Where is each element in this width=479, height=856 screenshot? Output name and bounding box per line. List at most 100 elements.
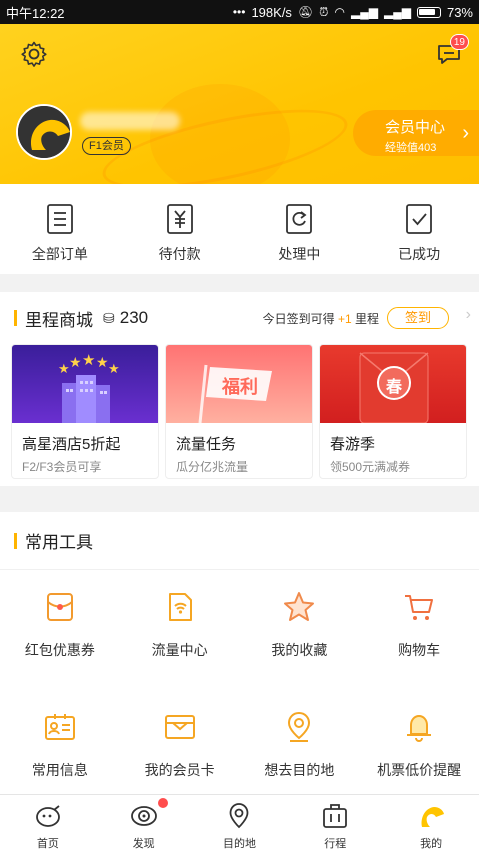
hotel-image: ★ ★ ★ ★ ★ <box>12 345 158 423</box>
order-success-label: 已成功 <box>398 246 441 262</box>
notification-dot <box>157 798 168 808</box>
tool-destination[interactable]: 想去目的地 <box>240 690 360 810</box>
mall-cards: ★ ★ ★ ★ ★ 高星酒店5折起 F2/F3会员可享 福利 流量任务 瓜分亿兆… <box>0 344 479 479</box>
member-card-icon <box>164 715 195 739</box>
coin-stack-icon: ⛁ <box>103 309 115 326</box>
order-processing-label: 处理中 <box>278 246 321 262</box>
tool-coupon[interactable]: 红包优惠券 <box>0 570 120 690</box>
map-pin-icon <box>288 711 311 742</box>
order-success[interactable]: 已成功 <box>359 184 479 274</box>
discover-icon <box>130 806 157 826</box>
status-time: 中午12:22 <box>6 5 65 21</box>
profile-icon <box>421 807 445 827</box>
tool-cart[interactable]: 购物车 <box>359 570 479 690</box>
tool-favorites[interactable]: 我的收藏 <box>240 570 360 690</box>
profile-header: 19 F1会员 会员中心 经验值403 › <box>0 24 479 184</box>
chevron-right-icon[interactable]: › <box>466 306 471 324</box>
bottom-tab-bar: 首页 发现 目的地 行程 我的 <box>0 794 479 856</box>
message-badge: 19 <box>449 34 469 50</box>
battery-icon <box>416 6 441 18</box>
common-tools: 常用工具 红包优惠券 流量中心 我的收藏 购物车 常用信息 我的会员卡 想去目的… <box>0 512 479 794</box>
tools-title: 常用工具 <box>25 533 93 552</box>
member-level-badge: F1会员 <box>82 137 131 155</box>
map-pin-icon <box>230 803 249 829</box>
checkin-hint-suffix: 里程 <box>354 312 379 326</box>
checkin-hint-prefix: 今日签到可得 <box>262 312 335 326</box>
mall-header: 里程商城 ⛁ 230 今日签到可得 +1 里程 签到 › <box>0 292 479 344</box>
network-speed: 198K/s <box>251 4 292 20</box>
spring-image-text: 春 <box>386 377 403 396</box>
tool-coupon-label: 红包优惠券 <box>24 642 95 658</box>
wifi-icon: ◠ <box>334 5 346 19</box>
tool-contact-info-label: 常用信息 <box>31 762 88 778</box>
flow-image-text: 福利 <box>222 377 258 398</box>
tab-profile[interactable]: 我的 <box>383 795 479 856</box>
tab-trip[interactable]: 行程 <box>287 795 383 856</box>
avatar-logo-icon <box>18 106 70 158</box>
signal-icon: ▂▄▆ <box>351 5 378 19</box>
checkin-button[interactable]: 签到 <box>387 307 449 329</box>
mileage-mall: 里程商城 ⛁ 230 今日签到可得 +1 里程 签到 › ★ ★ ★ ★ ★ 高… <box>0 292 479 486</box>
mall-card-flow-title: 流量任务 <box>176 436 237 453</box>
mall-card-hotel[interactable]: ★ ★ ★ ★ ★ 高星酒店5折起 F2/F3会员可享 <box>11 344 159 479</box>
tab-profile-label: 我的 <box>420 838 443 850</box>
avatar[interactable] <box>16 104 72 160</box>
order-processing[interactable]: 处理中 <box>240 184 360 274</box>
tool-data-center-label: 流量中心 <box>151 642 208 658</box>
vip-center-button[interactable]: 会员中心 经验值403 › <box>353 110 479 156</box>
mall-card-spring-title: 春游季 <box>330 436 376 453</box>
tab-trip-label: 行程 <box>324 838 347 850</box>
order-shortcuts: 全部订单 待付款 处理中 已成功 <box>0 184 479 274</box>
order-pending-payment[interactable]: 待付款 <box>120 184 240 274</box>
tool-price-alert[interactable]: 机票低价提醒 <box>359 690 479 810</box>
mall-card-spring[interactable]: 春 春游季 领500元满减券 <box>319 344 467 479</box>
mall-points: 230 <box>119 308 149 327</box>
tab-discover-label: 发现 <box>132 838 155 850</box>
mall-title: 里程商城 <box>25 310 93 330</box>
more-dots-icon: ••• <box>232 5 246 19</box>
order-all[interactable]: 全部订单 <box>0 184 120 274</box>
tool-member-card[interactable]: 我的会员卡 <box>120 690 240 810</box>
all-orders-icon <box>46 204 73 234</box>
tab-discover[interactable]: 发现 <box>96 795 192 856</box>
tool-member-card-label: 我的会员卡 <box>144 762 215 778</box>
cart-icon <box>405 595 434 620</box>
tool-cart-label: 购物车 <box>398 642 441 658</box>
alarm-icon: ⏰︎ <box>319 4 329 19</box>
coupon-icon <box>46 593 73 621</box>
svg-text:★: ★ <box>58 362 70 377</box>
svg-text:★: ★ <box>82 351 95 369</box>
spring-image: 春 <box>320 345 466 423</box>
order-pending-label: 待付款 <box>158 246 201 262</box>
star-icon <box>284 592 315 621</box>
mall-card-flow-subtitle: 瓜分亿兆流量 <box>176 460 249 474</box>
trip-icon <box>323 804 348 828</box>
svg-text:★: ★ <box>69 355 82 371</box>
signal-icon-2: ▂▄▆ <box>384 5 411 19</box>
checkin-hint: 今日签到可得 +1 里程 <box>263 310 379 327</box>
processing-icon <box>286 204 313 234</box>
tab-destination-label: 目的地 <box>222 838 256 850</box>
chevron-right-icon: › <box>462 122 469 144</box>
mall-card-flow[interactable]: 福利 流量任务 瓜分亿兆流量 <box>165 344 313 479</box>
tools-grid: 红包优惠券 流量中心 我的收藏 购物车 常用信息 我的会员卡 想去目的地 机票低… <box>0 570 479 810</box>
tools-header: 常用工具 <box>0 512 479 570</box>
pending-payment-icon <box>166 204 193 234</box>
tab-home[interactable]: 首页 <box>0 795 96 856</box>
tab-home-label: 首页 <box>36 838 59 850</box>
svg-text:★: ★ <box>96 355 109 371</box>
home-icon <box>35 805 60 827</box>
tool-favorites-label: 我的收藏 <box>271 642 328 658</box>
tool-contact-info[interactable]: 常用信息 <box>0 690 120 810</box>
mall-card-hotel-title: 高星酒店5折起 <box>22 436 121 453</box>
section-accent-bar <box>14 310 17 326</box>
hotel-stars-illustration: ★ ★ ★ ★ ★ <box>58 351 120 423</box>
tool-price-alert-label: 机票低价提醒 <box>377 762 462 778</box>
tab-destination[interactable]: 目的地 <box>192 795 288 856</box>
tool-data-center[interactable]: 流量中心 <box>120 570 240 690</box>
contact-info-icon <box>44 714 75 740</box>
success-icon <box>406 204 433 234</box>
gear-icon[interactable] <box>20 40 48 68</box>
section-accent-bar <box>14 532 17 549</box>
checkin-hint-plus: +1 <box>337 312 352 326</box>
